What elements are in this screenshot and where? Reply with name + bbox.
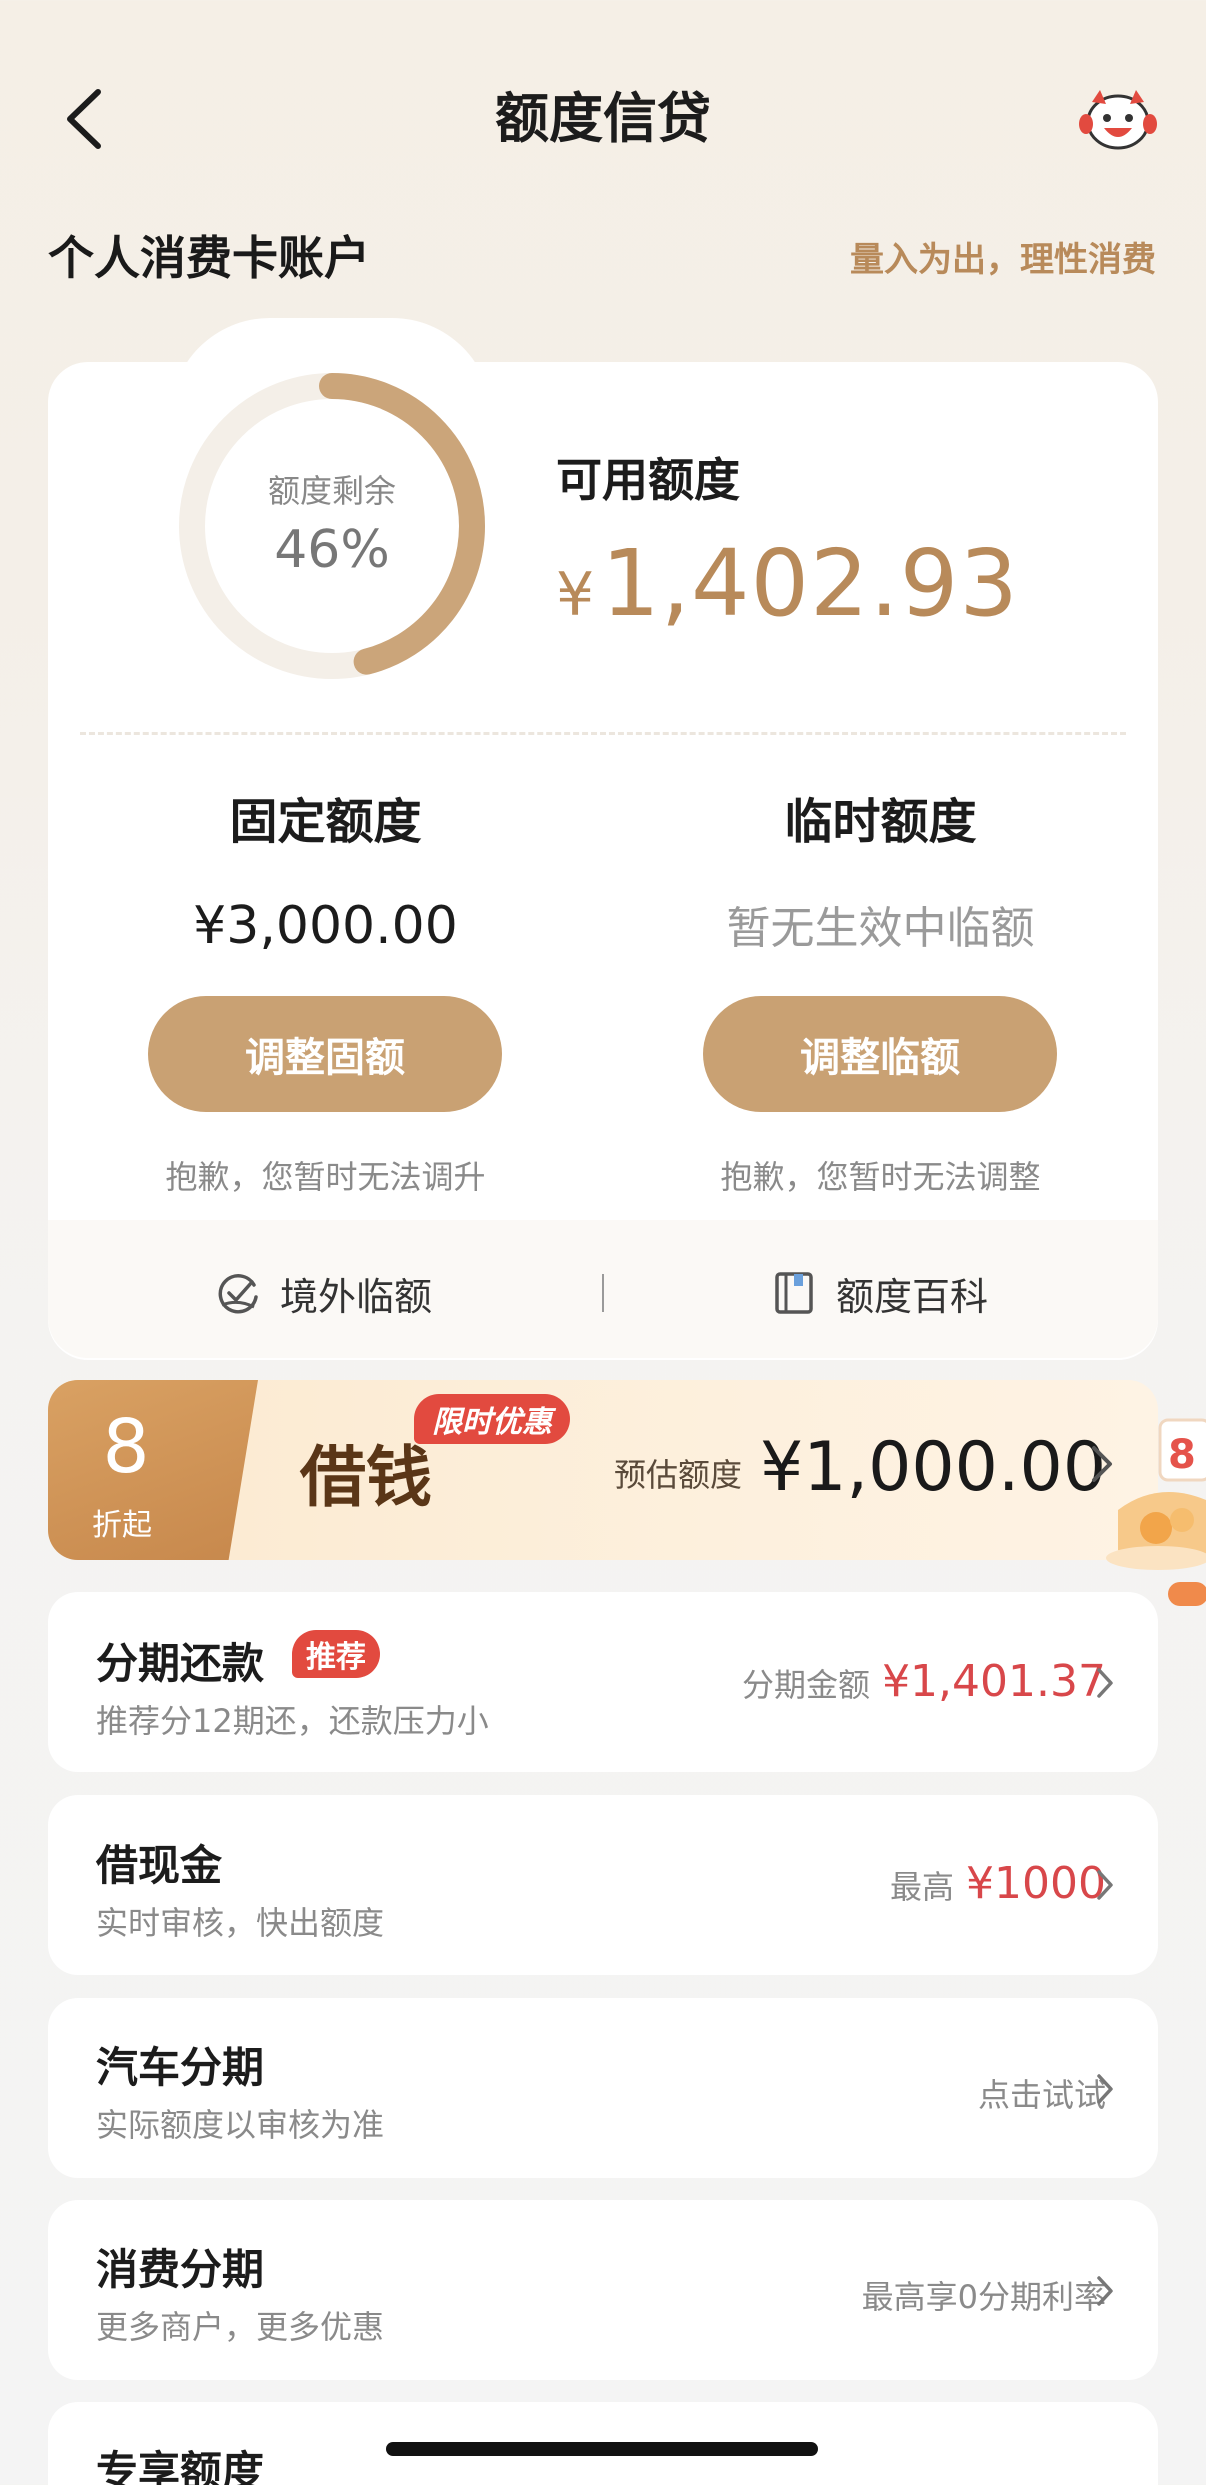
temp-limit-title: 临时额度: [784, 794, 977, 850]
wiki-link-label: 额度百科: [836, 1274, 989, 1319]
estimate-amount: ¥1,000.00: [760, 1428, 1107, 1507]
discount-number: 8: [102, 1404, 150, 1490]
fixed-note: 抱歉，您暂时无法调升: [165, 1158, 486, 1196]
list-item-title: 分期还款: [96, 1639, 265, 1688]
credit-wiki-link[interactable]: 额度百科: [770, 1262, 988, 1324]
ring-label: 额度剩余: [267, 472, 396, 510]
available-amount-value: 1,402.93: [601, 530, 1019, 637]
list-item-right: 点击试试: [978, 2070, 1106, 2116]
available-amount: ¥1,402.93: [556, 530, 1019, 637]
fixed-limit-amount: ¥3,000.00: [193, 896, 458, 956]
chevron-right-icon: [1097, 2074, 1113, 2104]
limited-offer-tag: 限时优惠: [414, 1394, 570, 1444]
temp-note: 抱歉，您暂时无法调整: [720, 1158, 1041, 1196]
list-item-title: 汽车分期: [96, 2043, 265, 2092]
list-item-subtitle: 推荐分12期还，还款压力小: [96, 1702, 489, 1740]
list-item-title: 借现金: [96, 1841, 223, 1890]
home-indicator: [386, 2442, 818, 2456]
list-item-subtitle: 实时审核，快出额度: [96, 1904, 385, 1942]
chevron-right-icon: [1097, 1668, 1113, 1698]
promo-name: 借钱: [300, 1438, 432, 1516]
fixed-limit-title: 固定额度: [229, 794, 422, 850]
recommend-badge: 推荐: [292, 1630, 380, 1678]
overseas-check-icon: [218, 1274, 258, 1314]
list-item-title: 消费分期: [96, 2245, 265, 2294]
adjust-temp-button[interactable]: 调整临额: [703, 996, 1057, 1112]
list-item-subtitle: 实际额度以审核为准: [96, 2106, 385, 2144]
chevron-right-icon: [1097, 1870, 1113, 1900]
overseas-link-label: 境外临额: [280, 1274, 433, 1319]
right-label: 点击试试: [977, 2076, 1106, 2114]
right-value: ¥1000: [966, 1858, 1106, 1909]
estimate-label: 预估额度: [614, 1456, 743, 1494]
right-value: ¥1,401.37: [882, 1656, 1106, 1707]
mascot-cow-icon[interactable]: [1078, 84, 1158, 154]
link-divider: [602, 1274, 604, 1312]
discount-unit: 折起: [92, 1508, 152, 1543]
slogan: 量入为出，理性消费: [850, 240, 1156, 280]
right-label: 最高享0分期利率: [861, 2278, 1106, 2316]
list-item-right: 分期金额 ¥1,401.37: [742, 1656, 1106, 1707]
list-item-right: 最高享0分期利率: [862, 2272, 1106, 2318]
list-item-subtitle: 更多商户，更多优惠: [96, 2308, 385, 2346]
right-label: 分期金额: [742, 1666, 871, 1704]
page-title: 额度信贷: [495, 87, 711, 150]
ring-percent: 46%: [274, 520, 390, 580]
divider: [80, 732, 1126, 735]
overseas-temp-limit-link[interactable]: 境外临额: [214, 1262, 432, 1324]
currency-symbol: ¥: [556, 560, 596, 630]
svg-text:8: 8: [1168, 1432, 1196, 1478]
right-label: 最高: [890, 1868, 955, 1906]
temp-limit-empty: 暂无生效中临额: [726, 903, 1035, 954]
book-icon: [775, 1272, 813, 1314]
list-item-right: 最高 ¥1000: [890, 1858, 1106, 1909]
adjust-fixed-button[interactable]: 调整固额: [148, 996, 502, 1112]
available-label: 可用额度: [556, 453, 740, 507]
chevron-right-icon: [1097, 2276, 1113, 2306]
account-title: 个人消费卡账户: [48, 231, 370, 285]
list-item-title: 专享额度: [96, 2447, 265, 2485]
